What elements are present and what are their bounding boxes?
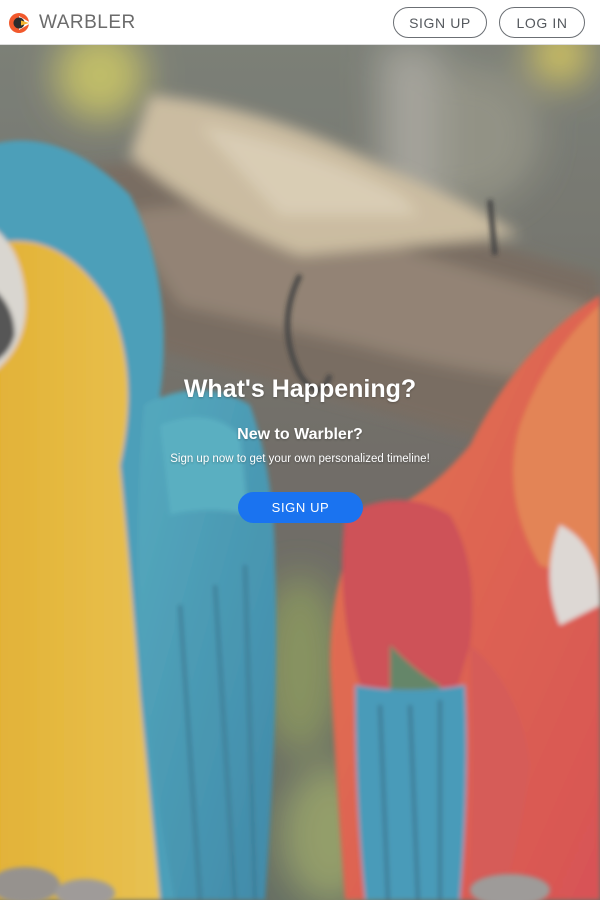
- landing-page: WARBLER SIGN UP LOG IN What's Happening?…: [0, 0, 600, 900]
- nav-signup-button[interactable]: SIGN UP: [393, 7, 487, 38]
- hero-section: What's Happening? New to Warbler? Sign u…: [0, 45, 600, 900]
- brand-link[interactable]: WARBLER: [8, 9, 136, 37]
- nav-login-button[interactable]: LOG IN: [499, 7, 585, 38]
- hero-signup-button[interactable]: SIGN UP: [238, 492, 363, 523]
- hero-title: What's Happening?: [183, 375, 417, 403]
- hero-text: Sign up now to get your own personalized…: [170, 453, 430, 465]
- hero-subtitle: New to Warbler?: [237, 426, 363, 443]
- brand-name: WARBLER: [39, 12, 136, 33]
- warbler-logo-icon: [9, 13, 31, 33]
- navbar: WARBLER SIGN UP LOG IN: [0, 0, 600, 45]
